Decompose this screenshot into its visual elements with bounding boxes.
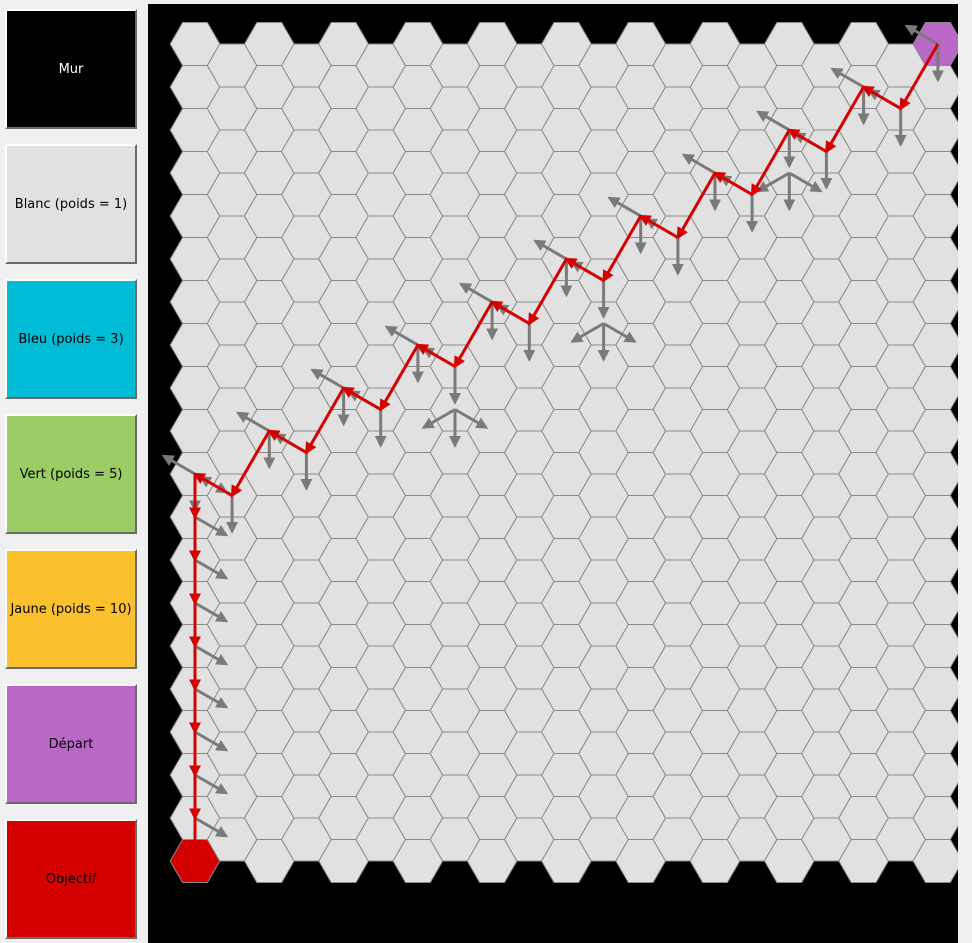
hex-cells[interactable] (169, 22, 958, 883)
start-tile-button[interactable]: Départ (5, 684, 137, 804)
green-tile-button[interactable]: Vert (poids = 5) (5, 414, 137, 534)
hex-board[interactable] (148, 4, 958, 943)
hex-grid-canvas[interactable] (148, 4, 958, 943)
green-tile-button-label: Vert (poids = 5) (19, 466, 123, 482)
yellow-tile-button[interactable]: Jaune (poids = 10) (5, 549, 137, 669)
blue-tile-button[interactable]: Bleu (poids = 3) (5, 279, 137, 399)
start-tile-button-label: Départ (48, 736, 94, 752)
wall-button[interactable]: Mur (5, 9, 137, 129)
white-tile-button[interactable]: Blanc (poids = 1) (5, 144, 137, 264)
white-tile-button-label: Blanc (poids = 1) (14, 196, 128, 212)
goal-tile-button-label: Objectif (45, 871, 97, 887)
tile-palette: Mur Blanc (poids = 1) Bleu (poids = 3) V… (0, 0, 145, 943)
wall-button-label: Mur (58, 61, 84, 77)
goal-tile-button[interactable]: Objectif (5, 819, 137, 939)
blue-tile-button-label: Bleu (poids = 3) (18, 331, 124, 347)
yellow-tile-button-label: Jaune (poids = 10) (10, 601, 132, 617)
